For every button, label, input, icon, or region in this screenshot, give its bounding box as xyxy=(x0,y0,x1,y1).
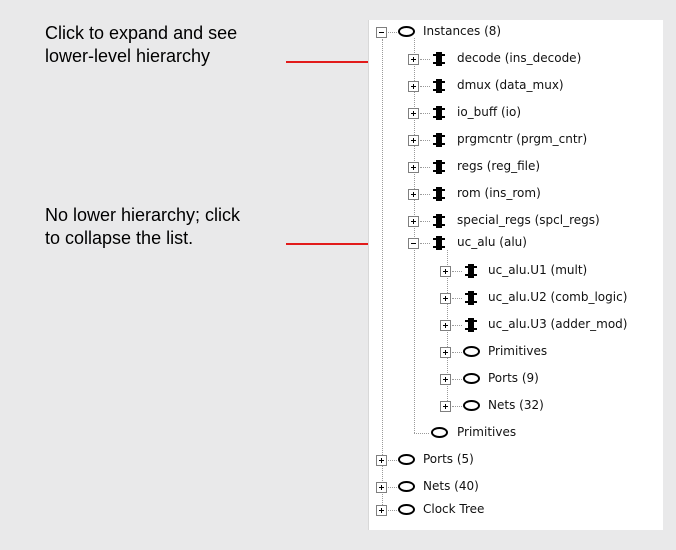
expand-plus-icon[interactable] xyxy=(440,266,451,277)
expand-plus-icon[interactable] xyxy=(440,347,451,358)
oval-node-icon xyxy=(398,26,415,37)
chip-instance-icon xyxy=(433,236,445,250)
expand-plus-icon[interactable] xyxy=(376,482,387,493)
tree-node-label: Nets (32) xyxy=(488,398,544,412)
chip-instance-icon xyxy=(433,133,445,147)
tree-node-label: decode (ins_decode) xyxy=(457,51,582,65)
expand-callout-line-2: lower-level hierarchy xyxy=(45,46,211,66)
chip-instance-icon xyxy=(433,160,445,174)
tree-node-label: Nets (40) xyxy=(423,479,479,493)
chip-instance-icon xyxy=(433,79,445,93)
collapse-minus-icon[interactable] xyxy=(376,27,387,38)
collapse-callout-line-1: No lower hierarchy; click xyxy=(45,205,241,225)
tree-node-label: Ports (5) xyxy=(423,452,474,466)
expand-plus-icon[interactable] xyxy=(408,216,419,227)
expand-plus-icon[interactable] xyxy=(376,455,387,466)
collapse-callout-line-2: to collapse the list. xyxy=(45,228,194,248)
tree-node-label: Clock Tree xyxy=(423,502,485,516)
collapse-arrow-line xyxy=(286,243,380,245)
collapse-minus-icon[interactable] xyxy=(408,238,419,249)
chip-instance-icon xyxy=(433,187,445,201)
oval-node-icon xyxy=(463,400,480,411)
tree-node-label: uc_alu.U3 (adder_mod) xyxy=(488,317,628,331)
tree-node-label: uc_alu.U1 (mult) xyxy=(488,263,588,277)
tree-node-label: rom (ins_rom) xyxy=(457,186,541,200)
oval-node-icon xyxy=(431,427,448,438)
expand-arrow-line xyxy=(286,61,380,63)
tree-guide-instances xyxy=(414,38,415,433)
tree-node-label: special_regs (spcl_regs) xyxy=(457,213,600,227)
oval-node-icon xyxy=(398,454,415,465)
oval-node-icon xyxy=(463,346,480,357)
expand-plus-icon[interactable] xyxy=(408,54,419,65)
expand-plus-icon[interactable] xyxy=(408,81,419,92)
expand-callout-line-1: Click to expand and see xyxy=(45,23,238,43)
hierarchy-tree-panel: Instances (8) decode (ins_decode) dmux (… xyxy=(368,20,663,530)
oval-node-icon xyxy=(463,373,480,384)
tree-node-label: io_buff (io) xyxy=(457,105,522,119)
chip-instance-icon xyxy=(465,264,477,278)
chip-instance-icon xyxy=(465,318,477,332)
expand-plus-icon[interactable] xyxy=(408,162,419,173)
chip-instance-icon xyxy=(433,52,445,66)
expand-plus-icon[interactable] xyxy=(408,108,419,119)
tree-node-label: regs (reg_file) xyxy=(457,159,541,173)
chip-instance-icon xyxy=(465,291,477,305)
expand-plus-icon[interactable] xyxy=(376,505,387,516)
tree-node-label: Primitives xyxy=(457,425,517,439)
tree-node-label: uc_alu (alu) xyxy=(457,235,527,249)
tree-node-label: uc_alu.U2 (comb_logic) xyxy=(488,290,628,304)
expand-plus-icon[interactable] xyxy=(440,401,451,412)
tree-node-label: Primitives xyxy=(488,344,548,358)
tree-node-label: Ports (9) xyxy=(488,371,539,385)
tree-node-label: Instances (8) xyxy=(423,24,502,38)
chip-instance-icon xyxy=(433,106,445,120)
expand-plus-icon[interactable] xyxy=(408,135,419,146)
expand-plus-icon[interactable] xyxy=(440,320,451,331)
expand-plus-icon[interactable] xyxy=(440,374,451,385)
tree-node-label: dmux (data_mux) xyxy=(457,78,564,92)
tree-guide-root xyxy=(382,39,383,505)
oval-node-icon xyxy=(398,504,415,515)
expand-plus-icon[interactable] xyxy=(440,293,451,304)
tree-node-label: prgmcntr (prgm_cntr) xyxy=(457,132,588,146)
chip-instance-icon xyxy=(433,214,445,228)
oval-node-icon xyxy=(398,481,415,492)
expand-plus-icon[interactable] xyxy=(408,189,419,200)
